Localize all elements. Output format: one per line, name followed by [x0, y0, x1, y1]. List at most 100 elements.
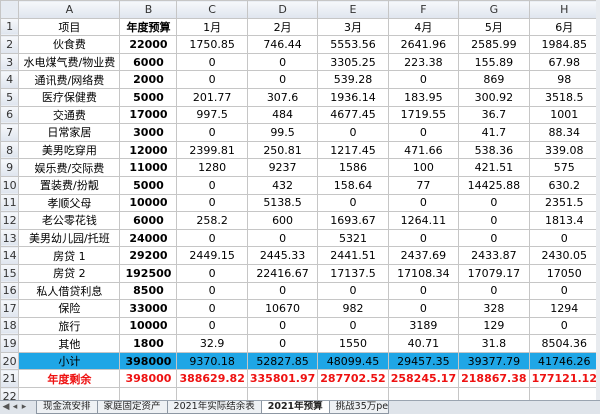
month-value-cell[interactable]: 630.2	[528, 175, 600, 195]
budget-cell[interactable]: 22000	[119, 35, 178, 54]
row-header[interactable]: 15	[0, 263, 20, 283]
month-value-cell[interactable]: 0	[387, 228, 460, 248]
month-header-cell[interactable]: 4月	[387, 17, 460, 37]
month-value-cell[interactable]: 0	[458, 193, 530, 213]
month-value-cell[interactable]: 1693.67	[317, 211, 389, 230]
subtotal-month-cell[interactable]: 9370.18	[176, 351, 248, 371]
month-value-cell[interactable]: 223.38	[387, 52, 460, 72]
month-value-cell[interactable]: 0	[176, 316, 248, 336]
month-value-cell[interactable]: 997.5	[176, 105, 248, 125]
month-value-cell[interactable]: 1264.11	[387, 211, 460, 230]
month-value-cell[interactable]: 538.36	[458, 140, 530, 160]
month-value-cell[interactable]: 600	[246, 211, 319, 230]
subtotal-month-cell[interactable]: 39377.79	[458, 351, 530, 371]
month-header-cell[interactable]: 3月	[317, 17, 389, 37]
remaining-month-cell[interactable]: 287702.52	[317, 369, 389, 389]
month-value-cell[interactable]: 3305.25	[317, 52, 389, 72]
row-header[interactable]: 13	[0, 228, 20, 248]
month-value-cell[interactable]: 0	[458, 281, 530, 301]
month-value-cell[interactable]: 5138.5	[246, 193, 319, 213]
item-column-header-cell[interactable]: 项目	[18, 17, 121, 37]
month-value-cell[interactable]: 22416.67	[246, 263, 319, 283]
month-value-cell[interactable]: 0	[528, 316, 600, 336]
column-header-g[interactable]: G	[458, 0, 530, 19]
month-value-cell[interactable]: 4677.45	[317, 105, 389, 125]
budget-cell[interactable]: 8500	[119, 281, 178, 301]
first-sheet-icon[interactable]: ◀	[2, 402, 10, 412]
month-value-cell[interactable]: 98	[528, 70, 600, 89]
row-header[interactable]: 9	[0, 158, 20, 177]
budget-cell[interactable]: 5000	[119, 175, 178, 195]
month-value-cell[interactable]: 0	[458, 228, 530, 248]
month-value-cell[interactable]: 100	[387, 158, 460, 177]
column-header-d[interactable]: D	[246, 0, 319, 19]
month-value-cell[interactable]: 1586	[317, 158, 389, 177]
remaining-month-cell[interactable]: 258245.17	[387, 369, 460, 389]
sheet-tab[interactable]: 2021年预算	[260, 401, 330, 414]
month-value-cell[interactable]: 2399.81	[176, 140, 248, 160]
row-header[interactable]: 17	[0, 299, 20, 318]
subtotal-month-cell[interactable]: 52827.85	[246, 351, 319, 371]
month-value-cell[interactable]: 1750.85	[176, 35, 248, 54]
month-value-cell[interactable]: 0	[246, 228, 319, 248]
month-value-cell[interactable]: 0	[176, 52, 248, 72]
subtotal-month-cell[interactable]: 41746.26	[528, 351, 600, 371]
month-value-cell[interactable]: 328	[458, 299, 530, 318]
month-value-cell[interactable]: 471.66	[387, 140, 460, 160]
remaining-month-cell[interactable]: 335801.97	[246, 369, 319, 389]
month-value-cell[interactable]: 32.9	[176, 334, 248, 353]
column-header-h[interactable]: H	[528, 0, 600, 19]
month-value-cell[interactable]: 9237	[246, 158, 319, 177]
month-value-cell[interactable]: 2441.51	[317, 246, 389, 265]
month-value-cell[interactable]: 0	[317, 281, 389, 301]
row-header[interactable]: 14	[0, 246, 20, 265]
item-label-cell[interactable]: 美男吃穿用	[18, 140, 121, 160]
item-label-cell[interactable]: 日常家居	[18, 123, 121, 142]
month-value-cell[interactable]: 14425.88	[458, 175, 530, 195]
row-header[interactable]: 1	[0, 17, 20, 37]
month-value-cell[interactable]: 2449.15	[176, 246, 248, 265]
budget-cell[interactable]: 3000	[119, 123, 178, 142]
spreadsheet-grid[interactable]: A B C D E F G H 1 项目 年度预算 1月 2月 3月 4月 5月…	[0, 0, 600, 406]
month-value-cell[interactable]: 5553.56	[317, 35, 389, 54]
month-value-cell[interactable]: 0	[528, 228, 600, 248]
item-label-cell[interactable]: 保险	[18, 299, 121, 318]
month-value-cell[interactable]: 0	[387, 123, 460, 142]
item-label-cell[interactable]: 交通费	[18, 105, 121, 125]
month-value-cell[interactable]: 0	[246, 316, 319, 336]
month-value-cell[interactable]: 1813.4	[528, 211, 600, 230]
month-value-cell[interactable]: 2430.05	[528, 246, 600, 265]
row-header[interactable]: 10	[0, 175, 20, 195]
row-header[interactable]: 12	[0, 211, 20, 230]
row-header[interactable]: 20	[0, 351, 20, 371]
month-value-cell[interactable]: 0	[317, 123, 389, 142]
budget-cell[interactable]: 10000	[119, 316, 178, 336]
budget-cell[interactable]: 1800	[119, 334, 178, 353]
month-value-cell[interactable]: 0	[176, 299, 248, 318]
item-label-cell[interactable]: 孝顺父母	[18, 193, 121, 213]
month-value-cell[interactable]: 10670	[246, 299, 319, 318]
month-value-cell[interactable]: 0	[176, 123, 248, 142]
month-value-cell[interactable]: 0	[176, 193, 248, 213]
month-value-cell[interactable]: 1280	[176, 158, 248, 177]
row-header[interactable]: 2	[0, 35, 20, 54]
item-label-cell[interactable]: 通讯费/网络费	[18, 70, 121, 89]
row-header[interactable]: 3	[0, 52, 20, 72]
month-value-cell[interactable]: 88.34	[528, 123, 600, 142]
budget-cell[interactable]: 2000	[119, 70, 178, 89]
item-label-cell[interactable]: 其他	[18, 334, 121, 353]
row-header[interactable]: 11	[0, 193, 20, 213]
month-value-cell[interactable]: 869	[458, 70, 530, 89]
month-value-cell[interactable]: 0	[176, 263, 248, 283]
month-value-cell[interactable]: 0	[246, 334, 319, 353]
month-value-cell[interactable]: 36.7	[458, 105, 530, 125]
item-label-cell[interactable]: 旅行	[18, 316, 121, 336]
month-value-cell[interactable]: 17050	[528, 263, 600, 283]
column-header-e[interactable]: E	[317, 0, 389, 19]
item-label-cell[interactable]: 老公零花钱	[18, 211, 121, 230]
month-value-cell[interactable]: 67.98	[528, 52, 600, 72]
month-value-cell[interactable]: 432	[246, 175, 319, 195]
next-sheet-icon[interactable]: ▸	[20, 402, 28, 412]
month-value-cell[interactable]: 2445.33	[246, 246, 319, 265]
sheet-tab[interactable]: 现金流安排	[36, 401, 98, 414]
